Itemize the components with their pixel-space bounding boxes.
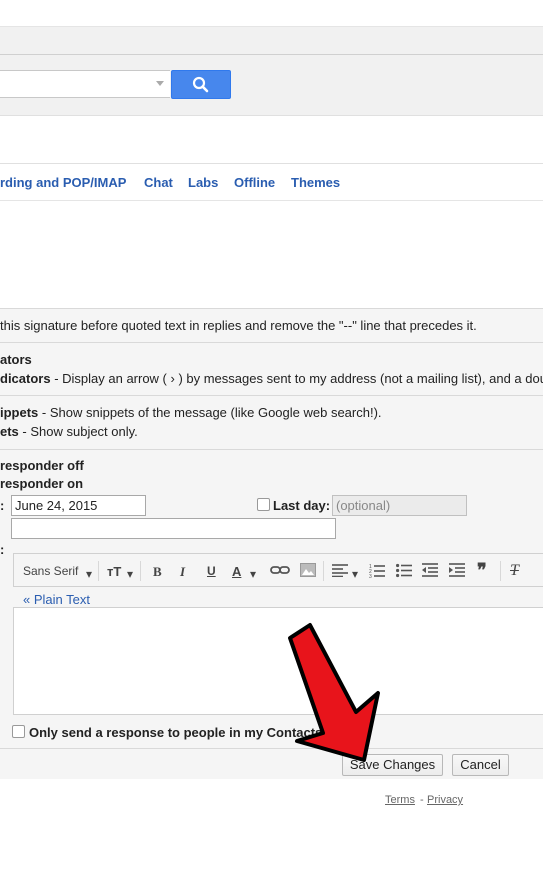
- last-day-label: Last day:: [273, 498, 331, 513]
- privacy-link[interactable]: Privacy: [427, 794, 463, 806]
- vacation-message-editor[interactable]: [13, 607, 543, 715]
- indicators-heading: ators: [0, 352, 32, 367]
- font-size-caret-icon[interactable]: ▾: [127, 567, 133, 581]
- remove-formatting-icon[interactable]: T: [510, 562, 519, 580]
- quote-icon[interactable]: ❞: [477, 560, 487, 581]
- image-icon[interactable]: [300, 563, 316, 580]
- signature-placement-text: this signature before quoted text in rep…: [0, 318, 477, 333]
- footer-separator: -: [420, 794, 424, 806]
- toolbar-separator: [323, 561, 324, 581]
- link-icon[interactable]: [270, 563, 290, 580]
- bulleted-list-icon[interactable]: [396, 563, 412, 581]
- toolbar-separator: [98, 561, 99, 581]
- align-caret-icon[interactable]: ▾: [352, 567, 358, 581]
- show-snippets-option[interactable]: ippets - Show snippets of the message (l…: [0, 405, 382, 420]
- no-snippets-desc: - Show subject only.: [18, 424, 138, 439]
- no-snippets-label: ets: [0, 424, 19, 439]
- last-day-input[interactable]: (optional): [332, 495, 467, 516]
- search-button[interactable]: [171, 70, 231, 99]
- first-day-input[interactable]: June 24, 2015: [11, 495, 146, 516]
- tab-labs[interactable]: Labs: [188, 175, 218, 190]
- first-day-colon: :: [0, 498, 5, 513]
- divider: [0, 308, 543, 309]
- show-snippets-desc: - Show snippets of the message (like Goo…: [38, 405, 382, 420]
- toolbar-separator: [500, 561, 501, 581]
- search-options-caret-icon[interactable]: [156, 81, 164, 86]
- editor-toolbar: Sans Serif ▾ тT ▾ B I U A ▾ ▾ 123 ❞ T: [13, 553, 543, 587]
- contacts-only-label: Only send a response to people in my Con…: [29, 725, 323, 740]
- search-input[interactable]: [0, 70, 170, 98]
- toolbar-separator: [140, 561, 141, 581]
- italic-icon[interactable]: I: [180, 564, 185, 580]
- red-arrow-annotation: [288, 623, 380, 762]
- top-bar: [0, 0, 543, 27]
- svg-text:3: 3: [369, 574, 372, 578]
- tab-themes[interactable]: Themes: [291, 175, 340, 190]
- indicators-option[interactable]: dicators - Display an arrow ( › ) by mes…: [0, 371, 543, 386]
- message-colon: :: [0, 542, 5, 557]
- gray-header-bar: [0, 27, 543, 55]
- subject-input[interactable]: [11, 518, 336, 539]
- divider: [0, 395, 543, 396]
- divider: [0, 748, 543, 749]
- text-color-caret-icon[interactable]: ▾: [250, 567, 256, 581]
- vacation-off-option[interactable]: responder off: [0, 458, 84, 473]
- divider: [0, 342, 543, 343]
- underline-icon[interactable]: U: [207, 564, 216, 578]
- settings-tabs: rding and POP/IMAP Chat Labs Offline The…: [0, 163, 543, 201]
- last-day-checkbox[interactable]: [257, 498, 270, 511]
- terms-link[interactable]: Terms: [385, 794, 415, 806]
- tab-chat[interactable]: Chat: [144, 175, 173, 190]
- indicators-option-desc: - Display an arrow ( › ) by messages sen…: [50, 371, 543, 386]
- tab-forwarding-pop-imap[interactable]: rding and POP/IMAP: [0, 175, 126, 190]
- cancel-button[interactable]: Cancel: [452, 754, 509, 776]
- font-dropdown-caret-icon[interactable]: ▾: [86, 567, 92, 581]
- text-color-icon[interactable]: A: [232, 564, 241, 579]
- align-icon[interactable]: [332, 564, 348, 580]
- bold-icon[interactable]: B: [153, 564, 162, 580]
- contacts-only-checkbox[interactable]: [12, 725, 25, 738]
- search-icon: [192, 76, 209, 93]
- font-family-select[interactable]: Sans Serif: [23, 564, 78, 578]
- outdent-icon[interactable]: [422, 563, 438, 580]
- plain-text-link[interactable]: « Plain Text: [23, 592, 90, 607]
- no-snippets-option[interactable]: ets - Show subject only.: [0, 424, 138, 439]
- font-size-icon[interactable]: тT: [107, 564, 121, 579]
- indicators-option-label: dicators: [0, 371, 51, 386]
- show-snippets-label: ippets: [0, 405, 39, 420]
- tab-offline[interactable]: Offline: [234, 175, 275, 190]
- divider: [0, 449, 543, 450]
- indent-icon[interactable]: [449, 563, 465, 580]
- vacation-on-option[interactable]: responder on: [0, 476, 83, 491]
- numbered-list-icon[interactable]: 123: [369, 563, 385, 581]
